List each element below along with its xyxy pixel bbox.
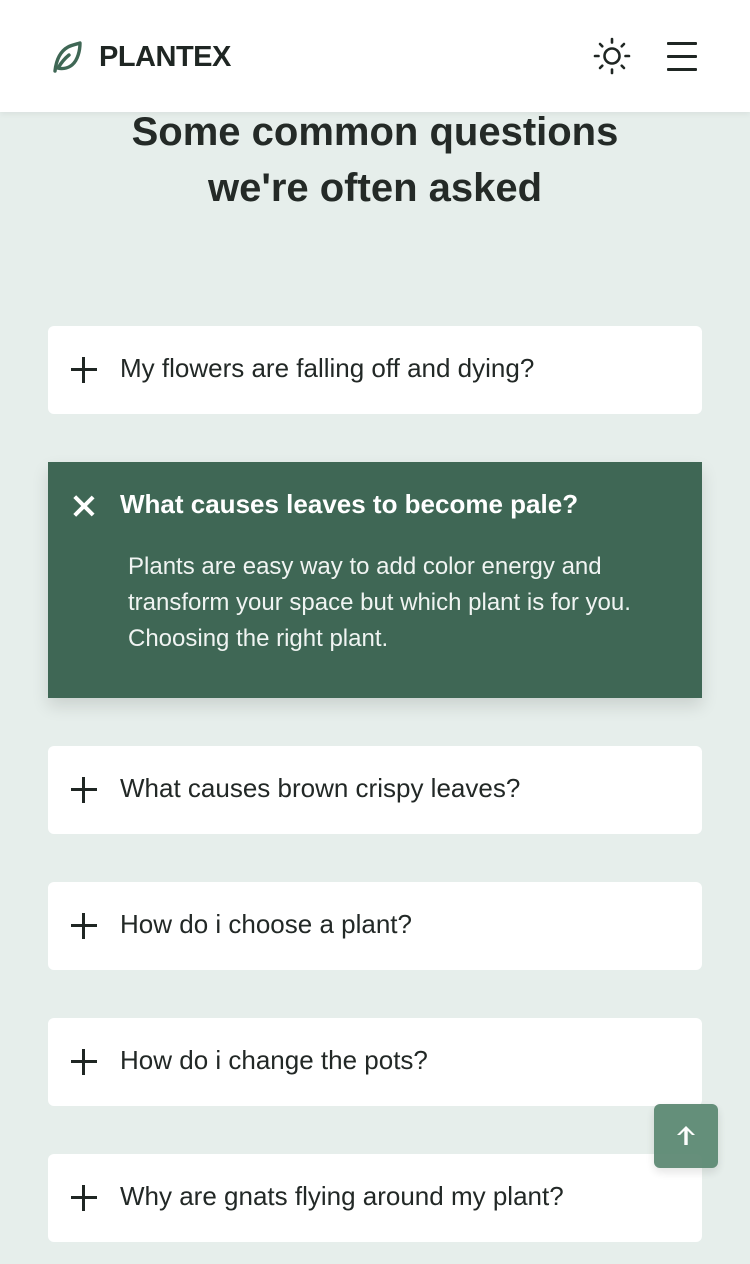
hamburger-menu-icon [667,42,697,45]
plus-icon [70,1048,98,1076]
faq-question: What causes brown crispy leaves? [120,773,521,803]
hamburger-menu-icon [667,68,697,71]
plus-icon [70,356,98,384]
faq-question: How do i change the pots? [120,1045,428,1075]
hamburger-menu-button[interactable] [664,38,700,74]
theme-toggle-button[interactable] [593,37,631,75]
close-icon [72,494,96,518]
faq-answer: Plants are easy way to add color energy … [128,553,631,652]
faq-item[interactable]: What causes brown crispy leaves? [48,746,702,834]
faq-question: Why are gnats flying around my plant? [120,1181,564,1211]
faq-item[interactable]: How do i change the pots? [48,1018,702,1106]
faq-item[interactable]: My flowers are falling off and dying? [48,326,702,414]
plus-icon [70,776,98,804]
site-header: PLANTEX [0,0,750,112]
arrow-up-icon [677,1126,695,1145]
scroll-up-button[interactable] [654,1104,718,1168]
section-title-line: we're often asked [207,166,543,210]
faq-question: My flowers are falling off and dying? [120,353,535,383]
plus-icon [70,912,98,940]
faq-question: What causes leaves to become pale? [120,489,579,519]
sun-icon [593,37,631,75]
section-title-line: Some common questions [131,110,619,154]
brand-name: PLANTEX [99,40,231,73]
faq-item[interactable]: How do i choose a plant? [48,882,702,970]
section-title: Some common questions we're often asked [0,104,750,216]
faq-item[interactable]: Why are gnats flying around my plant? [48,1154,702,1242]
plus-icon [70,1184,98,1212]
hamburger-menu-icon [667,55,697,58]
logo[interactable]: PLANTEX [50,38,231,76]
faq-item-expanded[interactable]: What causes leaves to become pale? Plant… [48,462,702,698]
faq-question: How do i choose a plant? [120,909,412,939]
leaf-icon [53,41,82,73]
